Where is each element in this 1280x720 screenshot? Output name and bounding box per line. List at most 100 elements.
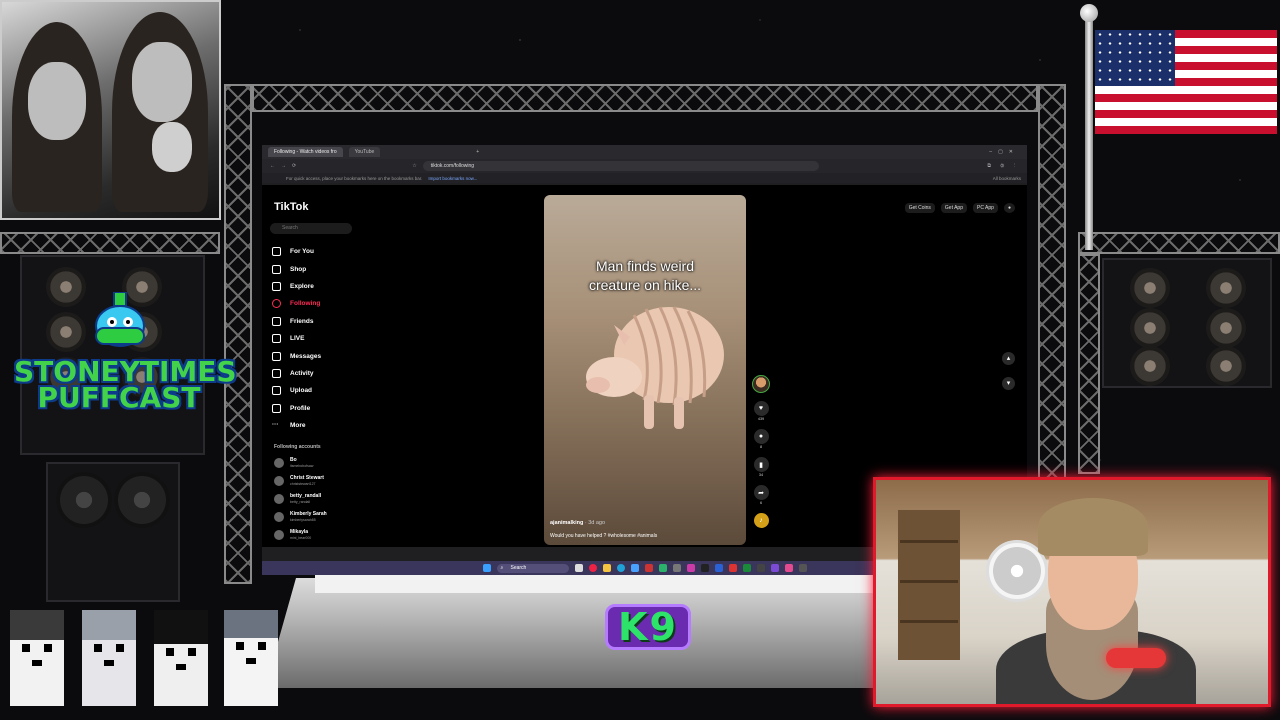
taskview-icon[interactable] xyxy=(574,564,583,572)
extensions-icons[interactable]: ⧉ ⚙ ⋮ xyxy=(987,163,1019,169)
nav-profile[interactable]: Profile xyxy=(272,400,321,417)
chrome-icon[interactable] xyxy=(588,564,597,572)
previous-video-button[interactable]: ▴ xyxy=(1002,352,1015,365)
account-item[interactable]: Mikayla mini_bear000 xyxy=(274,530,311,540)
truss-right-outer xyxy=(1078,232,1280,254)
chevron-up-icon: ▴ xyxy=(1006,355,1011,362)
app-icon[interactable] xyxy=(700,564,709,572)
nav-label: Upload xyxy=(290,387,313,395)
video-player[interactable]: Man finds weird creature on hike... ajan… xyxy=(544,195,746,545)
tab-strip: Following - Watch videos fro YouTube + –… xyxy=(262,145,1027,159)
comment-button[interactable]: ● xyxy=(753,429,769,444)
windows-start-icon[interactable] xyxy=(482,564,491,572)
sound-disc[interactable]: ♪ xyxy=(753,513,769,528)
app-icon[interactable] xyxy=(756,564,765,572)
account-item[interactable]: Bo itsmebobofsaw xyxy=(274,458,313,468)
nav-live[interactable]: LIVE xyxy=(272,330,321,347)
address-bar-row: ← → ⟳ ☆ tiktok.com/following ⧉ ⚙ ⋮ xyxy=(262,159,1027,173)
speaker-cone xyxy=(1130,308,1170,348)
video-username[interactable]: ajanimalking · 3d ago xyxy=(550,520,605,526)
avatar xyxy=(274,458,284,468)
nav-for-you[interactable]: For You xyxy=(272,243,321,260)
streamer-cap xyxy=(1038,498,1148,556)
app-icon[interactable] xyxy=(672,564,681,572)
share-button[interactable]: ➦ xyxy=(753,485,769,500)
nav-shop[interactable]: Shop xyxy=(272,260,321,277)
husky-pixel-art xyxy=(224,610,278,706)
bookmarks-hint: For quick access, place your bookmarks h… xyxy=(286,175,423,181)
all-bookmarks[interactable]: All bookmarks xyxy=(993,176,1021,181)
microphone xyxy=(1106,648,1166,668)
account-user: betty_randall xyxy=(290,499,311,504)
get-app-button[interactable]: Get App xyxy=(940,203,967,213)
app-icon[interactable] xyxy=(658,564,667,572)
share-count: 6 xyxy=(759,501,763,505)
bookmark-star-icon[interactable]: ☆ xyxy=(412,163,416,169)
app-icon[interactable] xyxy=(770,564,779,572)
armadillo-image xyxy=(586,306,724,429)
app-icon[interactable] xyxy=(686,564,695,572)
shelf-board xyxy=(900,540,958,543)
nav-more[interactable]: ··· More xyxy=(272,417,321,434)
back-icon[interactable]: ← xyxy=(270,163,275,169)
video-time: · 3d ago xyxy=(584,520,606,526)
account-item[interactable]: Christ Stewart christstewart127 xyxy=(274,476,324,486)
tiktok-nav: For You Shop Explore Following Friends L… xyxy=(272,243,321,434)
pc-app-button[interactable]: PC App xyxy=(973,203,998,213)
nav-activity[interactable]: Activity xyxy=(272,365,321,382)
nav-label: Explore xyxy=(290,282,314,290)
tab-youtube[interactable]: YouTube xyxy=(348,147,381,157)
profile-avatar-icon[interactable]: ● xyxy=(1003,203,1015,213)
store-icon[interactable] xyxy=(630,564,639,572)
bong-mascot-icon xyxy=(95,292,145,347)
tiktok-search-input[interactable]: Search xyxy=(270,223,352,234)
nav-label: Friends xyxy=(290,317,314,325)
speaker-woofer xyxy=(114,472,170,528)
creator-avatar[interactable] xyxy=(752,375,770,393)
tiktok-logo[interactable]: TikTok xyxy=(274,201,308,213)
account-item[interactable]: Kimberly Sarah kimberlysarah85 xyxy=(274,512,327,522)
flag-finial xyxy=(1080,4,1098,22)
app-icon[interactable] xyxy=(742,564,751,572)
app-icon[interactable] xyxy=(728,564,737,572)
window-controls[interactable]: –▢✕ xyxy=(989,149,1019,155)
url-field[interactable]: tiktok.com/following xyxy=(422,161,819,171)
account-user: mini_bear000 xyxy=(290,535,312,540)
like-button[interactable]: ♥ xyxy=(753,401,769,416)
nav-explore[interactable]: Explore xyxy=(272,278,321,295)
folder-icon[interactable] xyxy=(602,564,611,572)
app-icon[interactable] xyxy=(714,564,723,572)
account-name: betty_randall xyxy=(290,493,322,500)
nav-following[interactable]: Following xyxy=(272,295,321,312)
webcam-feed xyxy=(873,477,1271,707)
like-count: 439 xyxy=(757,417,765,421)
forward-icon[interactable]: → xyxy=(281,163,286,169)
nav-label: Shop xyxy=(290,265,307,273)
stage-top-edge xyxy=(315,575,875,593)
next-video-button[interactable]: ▾ xyxy=(1002,377,1015,390)
truss-left-outer xyxy=(0,232,220,254)
save-button[interactable]: ▮ xyxy=(753,457,769,472)
app-icon[interactable] xyxy=(784,564,793,572)
nav-upload[interactable]: Upload xyxy=(272,382,321,399)
edge-icon[interactable] xyxy=(616,564,625,572)
app-icon[interactable] xyxy=(798,564,807,572)
new-tab-icon[interactable]: + xyxy=(476,149,479,155)
profile-icon xyxy=(272,403,281,413)
nav-friends[interactable]: Friends xyxy=(272,313,321,330)
following-accounts-title: Following accounts xyxy=(274,444,321,450)
top-right-actions: Get Coins Get App PC App ● xyxy=(904,203,1015,213)
chevron-down-icon: ▾ xyxy=(1006,380,1011,387)
nav-messages[interactable]: Messages xyxy=(272,347,321,364)
taskbar-search[interactable]: ⌕ Search xyxy=(496,563,569,573)
app-icon[interactable] xyxy=(644,564,653,572)
photo-face xyxy=(132,42,192,122)
reload-icon[interactable]: ⟳ xyxy=(292,163,296,169)
nav-label: Messages xyxy=(290,352,322,360)
nav-label: For You xyxy=(290,248,314,256)
comment-icon: ● xyxy=(758,433,764,440)
account-item[interactable]: betty_randall betty_randall xyxy=(274,494,321,504)
tab-tiktok[interactable]: Following - Watch videos fro xyxy=(268,147,343,157)
get-coins-button[interactable]: Get Coins xyxy=(904,203,935,213)
import-bookmarks-link[interactable]: Import bookmarks now... xyxy=(428,176,477,181)
